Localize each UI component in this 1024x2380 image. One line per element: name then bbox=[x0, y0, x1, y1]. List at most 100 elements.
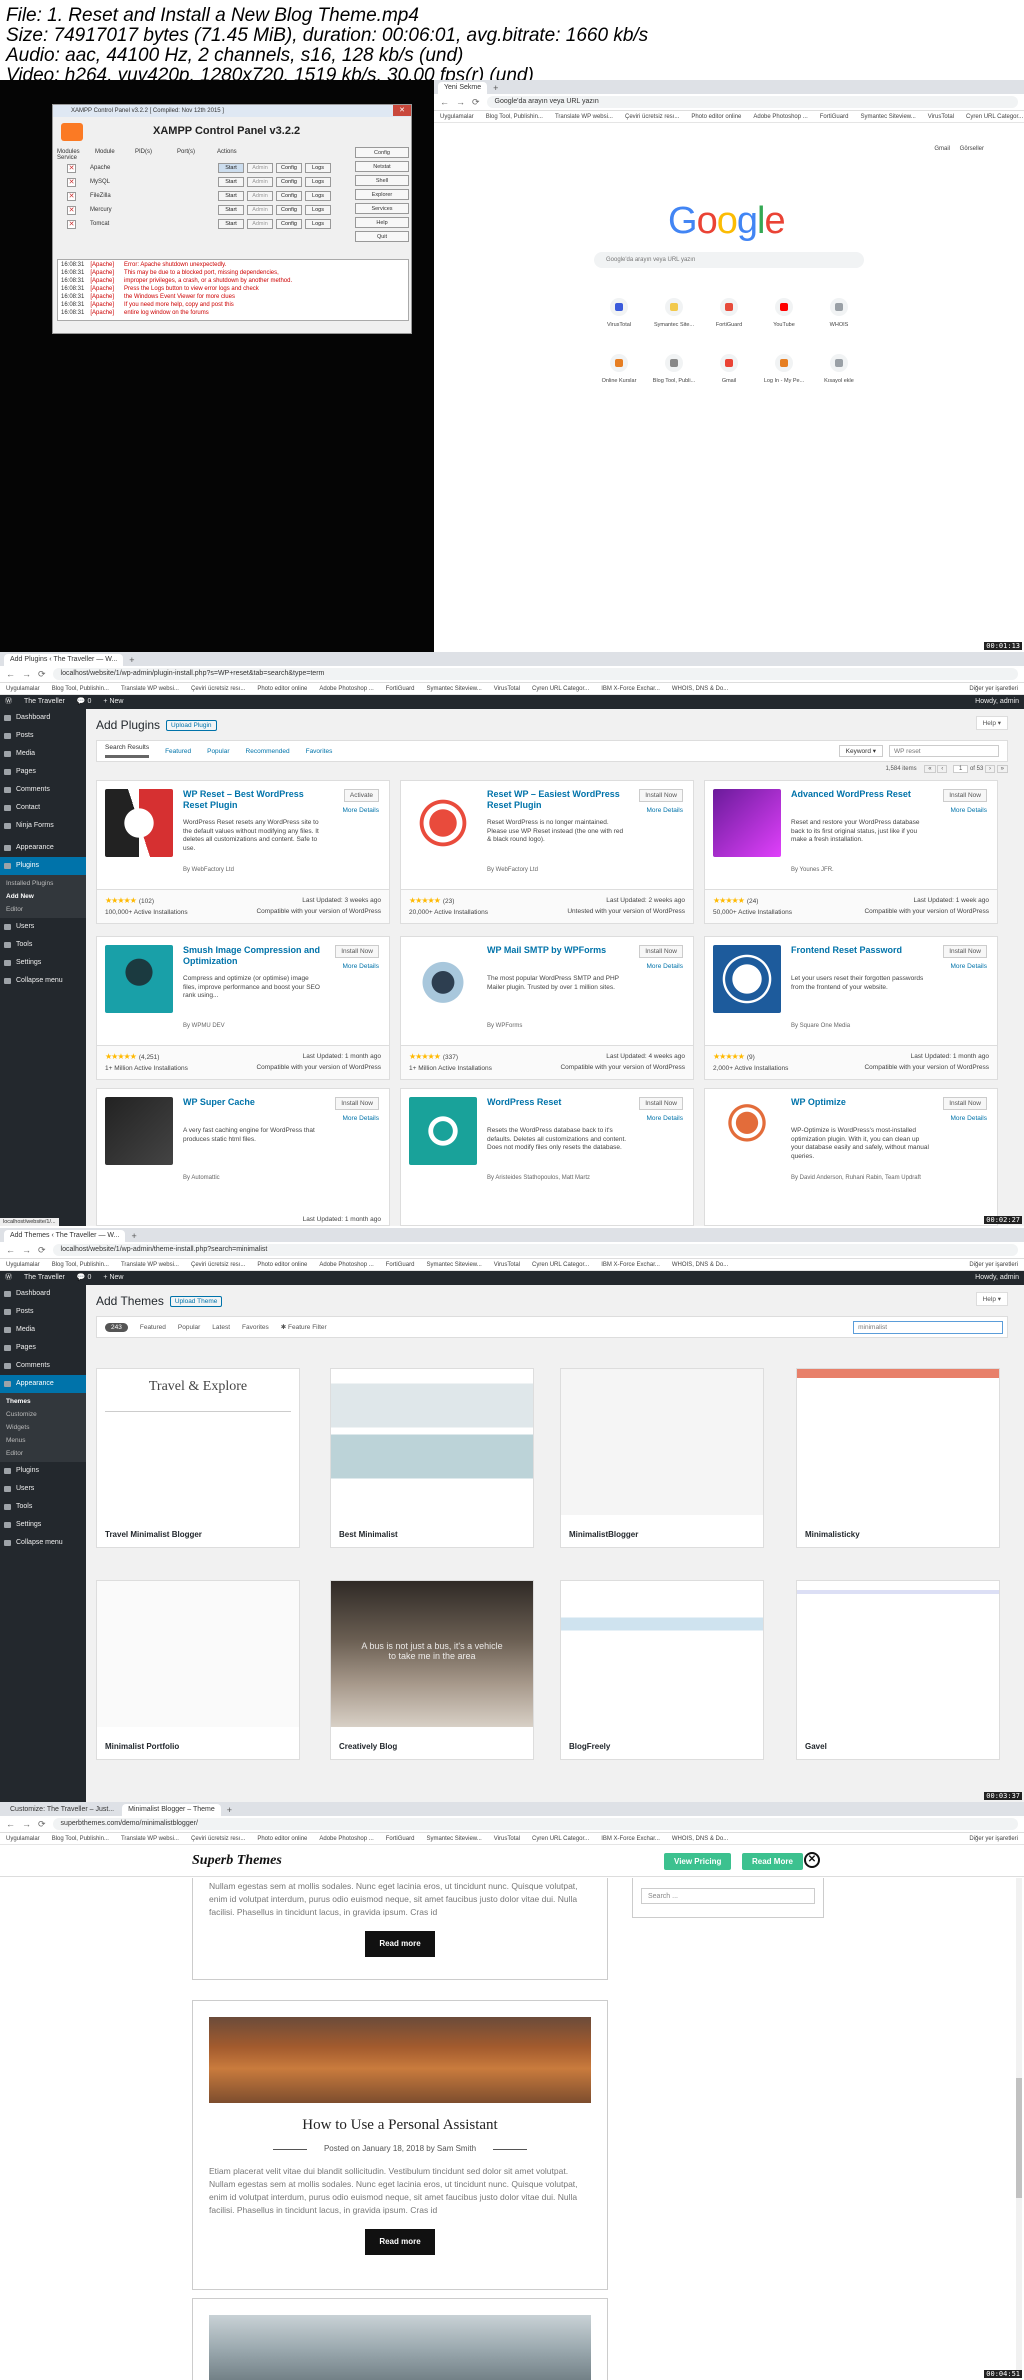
sidebar-item[interactable]: Appearance bbox=[0, 839, 86, 857]
tab-new[interactable]: Yeni Sekme bbox=[438, 82, 488, 94]
sidebar-item[interactable]: Collapse menu bbox=[0, 1534, 86, 1552]
activate-button[interactable]: Activate bbox=[343, 789, 379, 802]
superb-logo[interactable]: Superb Themes bbox=[192, 1853, 282, 1869]
close-icon[interactable]: ✕ bbox=[804, 1852, 820, 1868]
bookmark-item[interactable]: Translate WP websi... bbox=[121, 686, 179, 692]
bookmark-item[interactable]: VirusTotal bbox=[494, 686, 520, 692]
more-details-link[interactable]: More Details bbox=[343, 1115, 379, 1122]
post-2-title[interactable]: How to Use a Personal Assistant bbox=[193, 2117, 607, 2134]
images-link[interactable]: Görseller bbox=[960, 146, 984, 152]
new-tab-button[interactable]: + bbox=[127, 1230, 140, 1242]
forward-icon[interactable]: → bbox=[22, 1819, 31, 1829]
plugin-name[interactable]: Frontend Reset Password bbox=[791, 945, 931, 956]
sidebar-item[interactable]: Contact bbox=[0, 799, 86, 817]
back-icon[interactable]: ← bbox=[440, 97, 449, 107]
install-now-button[interactable]: Install Now bbox=[335, 945, 379, 958]
sidebar-item[interactable]: Media bbox=[0, 1321, 86, 1339]
theme-card[interactable]: Minimalist Portfolio bbox=[96, 1580, 300, 1760]
feature-filter[interactable]: ✱ Feature Filter bbox=[281, 1323, 327, 1331]
bookmark-item[interactable]: WHOIS, DNS & Do... bbox=[672, 1262, 728, 1268]
filter-favorites[interactable]: Favorites bbox=[242, 1324, 269, 1331]
install-now-button[interactable]: Install Now bbox=[639, 789, 683, 802]
filter-search-results[interactable]: Search Results bbox=[105, 744, 150, 758]
site-name[interactable]: The Traveller bbox=[24, 1271, 65, 1285]
shortcut-tile[interactable]: VirusTotal bbox=[594, 298, 644, 328]
install-now-button[interactable]: Install Now bbox=[943, 945, 987, 958]
sidebar-item[interactable]: Users bbox=[0, 1480, 86, 1498]
view-pricing-button[interactable]: View Pricing bbox=[664, 1853, 732, 1870]
module-action-button[interactable]: Start bbox=[218, 205, 244, 215]
bookmark-item[interactable]: VirusTotal bbox=[494, 1262, 520, 1268]
reload-icon[interactable]: ⟳ bbox=[38, 669, 46, 680]
shortcut-tile[interactable]: Gmail bbox=[704, 354, 754, 384]
bookmark-item[interactable]: Symantec Siteview... bbox=[426, 1836, 481, 1842]
shortcut-tile[interactable]: YouTube bbox=[759, 298, 809, 328]
install-now-button[interactable]: Install Now bbox=[639, 1097, 683, 1110]
bookmark-item[interactable]: Uygulamalar bbox=[6, 1262, 40, 1268]
module-action-button[interactable]: Admin bbox=[247, 205, 273, 215]
bookmark-item[interactable]: Symantec Siteview... bbox=[426, 686, 481, 692]
theme-screenshot[interactable]: Travel & Explore bbox=[97, 1369, 299, 1515]
first-page-icon[interactable]: « bbox=[924, 765, 936, 773]
module-action-button[interactable]: Start bbox=[218, 163, 244, 173]
help-button[interactable]: Help ▾ bbox=[975, 1292, 1008, 1306]
theme-name[interactable]: Best Minimalist bbox=[339, 1530, 398, 1539]
module-status-icon[interactable]: ✕ bbox=[67, 177, 76, 187]
bookmark-item[interactable]: Blog Tool, Publishin... bbox=[52, 686, 109, 692]
theme-card[interactable]: BlogFreely bbox=[560, 1580, 764, 1760]
theme-name[interactable]: Gavel bbox=[805, 1742, 827, 1751]
more-details-link[interactable]: More Details bbox=[647, 963, 683, 970]
next-page-icon[interactable]: › bbox=[984, 765, 995, 773]
theme-search-input[interactable]: minimalist bbox=[853, 1320, 1004, 1334]
plugin-name[interactable]: Advanced WordPress Reset bbox=[791, 789, 931, 800]
plugin-icon[interactable] bbox=[409, 789, 477, 857]
other-bookmarks[interactable]: Diğer yer işaretleri bbox=[969, 1836, 1018, 1842]
bookmark-item[interactable]: Photo editor online bbox=[691, 114, 741, 120]
more-details-link[interactable]: More Details bbox=[951, 807, 987, 814]
module-action-button[interactable]: Logs bbox=[305, 205, 331, 215]
sidebar-subitem[interactable]: Installed Plugins bbox=[0, 877, 86, 890]
plugin-icon[interactable] bbox=[713, 945, 781, 1013]
new-link[interactable]: + New bbox=[103, 1271, 123, 1285]
bookmark-item[interactable]: Translate WP websi... bbox=[121, 1836, 179, 1842]
shortcut-tile[interactable]: WHOIS bbox=[814, 298, 864, 328]
bookmark-item[interactable]: IBM X-Force Exchar... bbox=[601, 1262, 660, 1268]
back-icon[interactable]: ← bbox=[6, 1245, 15, 1255]
keyword-select[interactable]: Keyword ▾ bbox=[838, 745, 883, 757]
shortcut-tile[interactable]: Blog Tool, Publi... bbox=[649, 354, 699, 384]
plugin-icon[interactable] bbox=[105, 1097, 173, 1165]
bookmark-item[interactable]: Adobe Photoshop ... bbox=[319, 686, 373, 692]
sidebar-item[interactable]: Appearance bbox=[0, 1375, 86, 1393]
search-input[interactable]: Search ... bbox=[641, 1888, 815, 1904]
plugin-name[interactable]: WP Super Cache bbox=[183, 1097, 323, 1108]
xampp-side-button[interactable]: Explorer bbox=[355, 189, 409, 200]
sidebar-item[interactable]: Tools bbox=[0, 936, 86, 954]
sidebar-item[interactable]: Plugins bbox=[0, 1462, 86, 1480]
sidebar-subitem[interactable]: Add New bbox=[0, 890, 86, 903]
filter-popular[interactable]: Popular bbox=[178, 1324, 200, 1331]
theme-screenshot[interactable] bbox=[797, 1581, 999, 1727]
module-action-button[interactable]: Logs bbox=[305, 191, 331, 201]
xampp-close-icon[interactable]: ✕ bbox=[393, 105, 411, 116]
theme-name[interactable]: BlogFreely bbox=[569, 1742, 610, 1751]
more-details-link[interactable]: More Details bbox=[951, 1115, 987, 1122]
bookmark-item[interactable]: Adobe Photoshop ... bbox=[753, 114, 807, 120]
module-action-button[interactable]: Start bbox=[218, 191, 244, 201]
module-status-icon[interactable]: ✕ bbox=[67, 205, 76, 215]
theme-name[interactable]: MinimalistBlogger bbox=[569, 1530, 638, 1539]
howdy[interactable]: Howdy, admin bbox=[975, 1271, 1019, 1285]
module-action-button[interactable]: Config bbox=[276, 177, 302, 187]
install-now-button[interactable]: Install Now bbox=[639, 945, 683, 958]
sidebar-item[interactable]: Tools bbox=[0, 1498, 86, 1516]
bookmark-item[interactable]: Translate WP websi... bbox=[121, 1262, 179, 1268]
filter-popular[interactable]: Popular bbox=[207, 748, 229, 755]
comments-icon[interactable]: 💬 0 bbox=[77, 1271, 92, 1285]
filter-recommended[interactable]: Recommended bbox=[246, 748, 290, 755]
url-input[interactable]: Google'da arayın veya URL yazın bbox=[486, 96, 1018, 108]
upload-plugin-button[interactable]: Upload Plugin bbox=[166, 720, 217, 732]
plugin-icon[interactable] bbox=[713, 789, 781, 857]
sidebar-subitem[interactable]: Customize bbox=[0, 1408, 86, 1421]
wp-logo-icon[interactable]: Ⓦ bbox=[5, 1271, 12, 1285]
xampp-side-button[interactable]: Shell bbox=[355, 175, 409, 186]
url-input[interactable]: localhost/website/1/wp-admin/plugin-inst… bbox=[52, 668, 1018, 680]
